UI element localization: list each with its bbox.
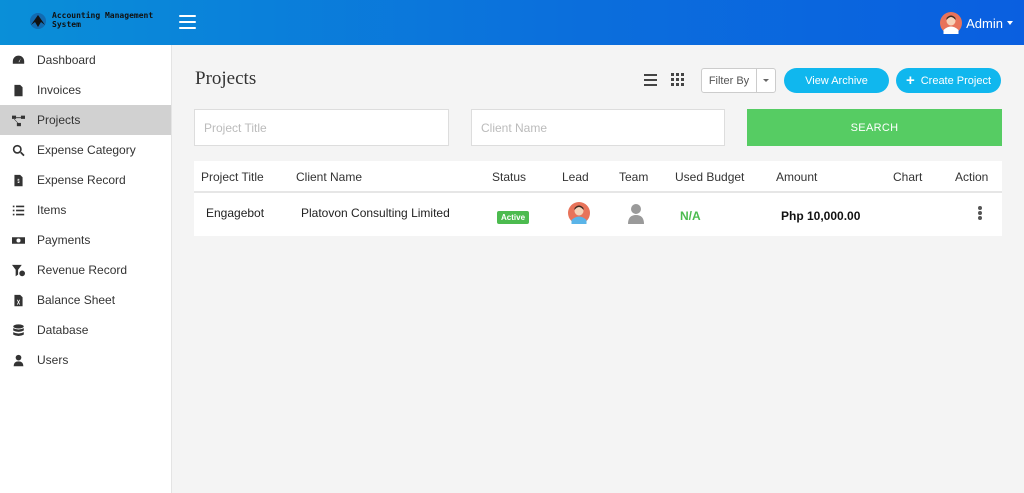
sidebar: Dashboard Invoices Projects Expense Cate… — [0, 45, 172, 493]
sidebar-item-items[interactable]: Items — [0, 195, 171, 225]
column-header[interactable]: Chart — [893, 170, 922, 184]
search-dollar-icon — [10, 142, 26, 158]
list-icon — [10, 202, 26, 218]
column-header[interactable]: Used Budget — [675, 170, 744, 184]
sidebar-item-balance-sheet[interactable]: Balance Sheet — [0, 285, 171, 315]
sidebar-item-database[interactable]: Database — [0, 315, 171, 345]
user-icon — [10, 352, 26, 368]
client-name-cell: Platovon Consulting Limited — [301, 206, 450, 220]
projects-icon — [10, 112, 26, 128]
sidebar-item-revenue-record[interactable]: Revenue Record — [0, 255, 171, 285]
table-header: Project Title Client Name Status Lead Te… — [194, 161, 1002, 193]
user-name: Admin — [966, 15, 1003, 31]
sidebar-item-label: Users — [37, 353, 69, 367]
used-budget-cell: N/A — [680, 209, 701, 223]
money-bill-icon — [10, 232, 26, 248]
page-title: Projects — [195, 68, 257, 89]
logo-icon — [30, 13, 46, 29]
grid-view-icon[interactable] — [671, 73, 684, 86]
sidebar-item-label: Balance Sheet — [37, 293, 116, 307]
sidebar-item-expense-record[interactable]: Expense Record — [0, 165, 171, 195]
filter-dropdown[interactable]: Filter By — [701, 68, 776, 93]
funnel-dollar-icon — [10, 262, 26, 278]
app-logo[interactable]: Accounting Management System — [28, 9, 178, 35]
avatar[interactable] — [568, 202, 590, 224]
create-project-button[interactable]: + Create Project — [896, 68, 1001, 93]
sidebar-item-label: Expense Category — [37, 143, 136, 157]
column-header[interactable]: Action — [955, 170, 988, 184]
sidebar-item-users[interactable]: Users — [0, 345, 171, 375]
sidebar-item-label: Expense Record — [37, 173, 126, 187]
file-excel-icon — [10, 292, 26, 308]
sidebar-item-label: Database — [37, 323, 89, 337]
column-header[interactable]: Status — [492, 170, 526, 184]
status-badge: Active — [497, 211, 530, 224]
search-button[interactable]: SEARCH — [747, 109, 1002, 146]
view-archive-button[interactable]: View Archive — [784, 68, 889, 93]
invoice-icon — [10, 82, 26, 98]
more-actions-icon[interactable] — [978, 206, 982, 220]
amount-cell: Php 10,000.00 — [781, 209, 861, 223]
create-project-label: Create Project — [920, 74, 992, 87]
top-header: Accounting Management System Admin — [0, 0, 1024, 45]
filter-label: Filter By — [702, 69, 757, 92]
sidebar-item-projects[interactable]: Projects — [0, 105, 171, 135]
sidebar-item-dashboard[interactable]: Dashboard — [0, 45, 171, 75]
project-title-cell[interactable]: Engagebot — [206, 206, 264, 220]
file-dollar-icon — [10, 172, 26, 188]
sidebar-item-label: Revenue Record — [37, 263, 128, 277]
logo-text: Accounting Management System — [52, 11, 153, 29]
column-header[interactable]: Project Title — [201, 170, 264, 184]
sidebar-item-label: Items — [37, 203, 67, 217]
plus-icon: + — [905, 72, 915, 89]
sidebar-item-expense-category[interactable]: Expense Category — [0, 135, 171, 165]
column-header[interactable]: Client Name — [296, 170, 362, 184]
logo-text-line2: System — [52, 20, 81, 29]
sidebar-item-invoices[interactable]: Invoices — [0, 75, 171, 105]
project-title-input[interactable] — [194, 109, 449, 146]
projects-table: Project Title Client Name Status Lead Te… — [194, 161, 1002, 236]
database-icon — [10, 322, 26, 338]
column-header[interactable]: Team — [619, 170, 648, 184]
column-header[interactable]: Amount — [776, 170, 817, 184]
sidebar-item-label: Payments — [37, 233, 91, 247]
dashboard-icon — [10, 52, 26, 68]
avatar — [940, 12, 963, 34]
list-view-icon[interactable] — [644, 74, 657, 86]
table-row[interactable]: Engagebot Platovon Consulting Limited — [194, 193, 1002, 236]
filter-caret[interactable] — [757, 69, 775, 92]
client-name-input[interactable] — [471, 109, 725, 146]
chevron-down-icon — [763, 79, 769, 82]
team-avatar-placeholder-icon[interactable] — [625, 202, 647, 224]
user-menu[interactable]: Admin — [940, 11, 1013, 35]
column-header[interactable]: Lead — [562, 170, 589, 184]
logo-text-line1: Accounting Management — [52, 11, 154, 20]
sidebar-item-label: Projects — [37, 113, 81, 127]
sidebar-item-label: Invoices — [37, 83, 82, 97]
sidebar-item-label: Dashboard — [37, 53, 96, 67]
sidebar-item-payments[interactable]: Payments — [0, 225, 171, 255]
chevron-down-icon — [1007, 21, 1013, 25]
menu-toggle-icon[interactable] — [179, 15, 196, 29]
